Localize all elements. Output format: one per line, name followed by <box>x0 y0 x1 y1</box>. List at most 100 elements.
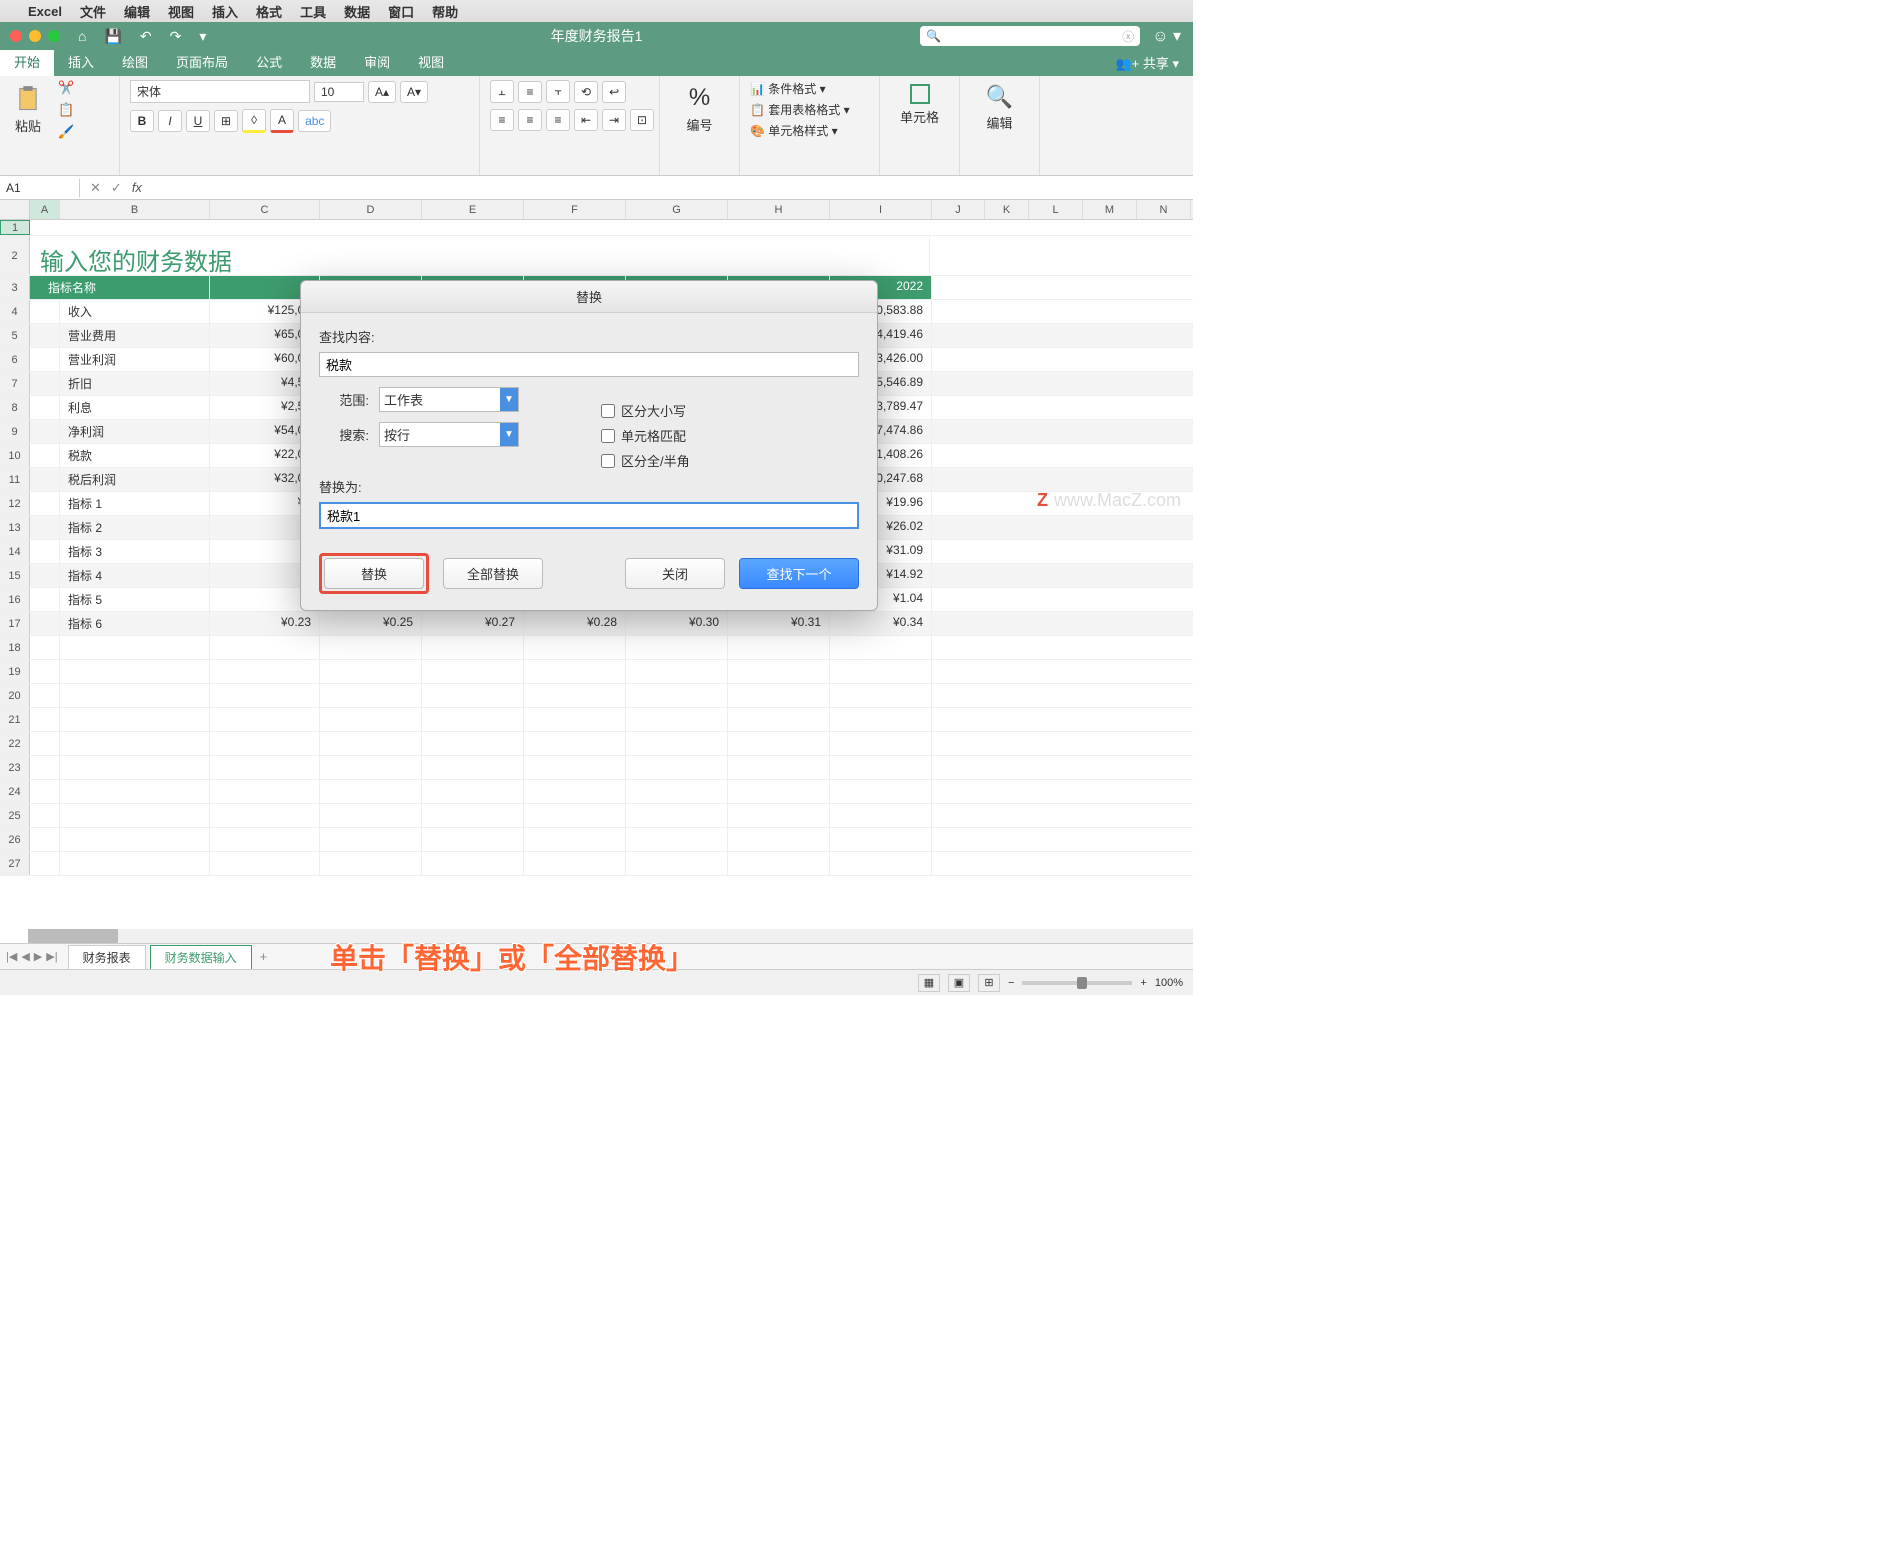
cell[interactable] <box>60 708 210 731</box>
cell[interactable] <box>422 852 524 875</box>
cell[interactable] <box>524 660 626 683</box>
column-header-I[interactable]: I <box>830 200 932 219</box>
column-header-N[interactable]: N <box>1137 200 1191 219</box>
column-header-D[interactable]: D <box>320 200 422 219</box>
tab-insert[interactable]: 插入 <box>54 47 108 76</box>
number-format-button[interactable]: % 编号 <box>670 80 729 138</box>
row-header[interactable]: 23 <box>0 756 30 779</box>
page-break-view-icon[interactable]: ⊞ <box>978 974 1000 992</box>
cell[interactable] <box>210 708 320 731</box>
account-icon[interactable]: ☺ ▾ <box>1152 26 1181 46</box>
cell[interactable] <box>60 804 210 827</box>
cell[interactable] <box>30 444 60 467</box>
table-format-button[interactable]: 📋 套用表格格式 ▾ <box>750 101 869 118</box>
clear-search-icon[interactable]: ⓧ <box>1122 28 1134 45</box>
cell[interactable] <box>422 708 524 731</box>
match-case-checkbox[interactable] <box>601 404 615 418</box>
column-header-J[interactable]: J <box>932 200 985 219</box>
column-header-H[interactable]: H <box>728 200 830 219</box>
font-name-select[interactable]: 宋体 <box>130 80 310 103</box>
cell[interactable] <box>830 708 932 731</box>
menu-help[interactable]: 帮助 <box>432 2 458 21</box>
cell[interactable] <box>320 732 422 755</box>
cell[interactable] <box>422 780 524 803</box>
share-button[interactable]: 👥+ 共享 ▾ <box>1101 49 1193 76</box>
cell[interactable] <box>830 756 932 779</box>
undo-icon[interactable]: ↶ <box>140 28 152 45</box>
cell[interactable] <box>524 708 626 731</box>
row-header[interactable]: 27 <box>0 852 30 875</box>
cell[interactable] <box>320 708 422 731</box>
cell[interactable] <box>626 828 728 851</box>
bold-button[interactable]: B <box>130 110 154 132</box>
cell[interactable] <box>320 828 422 851</box>
cell[interactable] <box>320 780 422 803</box>
cell[interactable] <box>30 540 60 563</box>
cell[interactable] <box>30 420 60 443</box>
cell[interactable] <box>830 852 932 875</box>
cell[interactable] <box>626 660 728 683</box>
column-header-F[interactable]: F <box>524 200 626 219</box>
cell[interactable] <box>728 828 830 851</box>
sheet-first-icon[interactable]: |◀ <box>6 950 17 963</box>
column-header-K[interactable]: K <box>985 200 1029 219</box>
row-header[interactable]: 22 <box>0 732 30 755</box>
row-header[interactable]: 9 <box>0 420 30 443</box>
cell[interactable] <box>524 684 626 707</box>
cell[interactable] <box>30 468 60 491</box>
cell[interactable]: 指标 1 <box>60 492 210 515</box>
tab-home[interactable]: 开始 <box>0 47 54 76</box>
cell[interactable] <box>626 780 728 803</box>
align-top-button[interactable]: ⫠ <box>490 80 514 103</box>
cell[interactable]: ¥0.34 <box>830 612 932 635</box>
cell[interactable] <box>524 636 626 659</box>
replace-button[interactable]: 替换 <box>324 558 424 589</box>
cell[interactable] <box>422 684 524 707</box>
cell[interactable] <box>30 828 60 851</box>
increase-font-button[interactable]: A▴ <box>368 81 396 103</box>
cell[interactable] <box>728 804 830 827</box>
cell[interactable] <box>524 828 626 851</box>
cell[interactable]: ¥0.31 <box>728 612 830 635</box>
align-right-button[interactable]: ≡ <box>546 109 570 131</box>
cell[interactable] <box>60 756 210 779</box>
edit-button[interactable]: 🔍 编辑 <box>970 80 1029 136</box>
row-header[interactable]: 16 <box>0 588 30 611</box>
home-icon[interactable]: ⌂ <box>78 28 86 45</box>
cell[interactable]: ¥0.25 <box>320 612 422 635</box>
menu-window[interactable]: 窗口 <box>388 2 414 21</box>
cell[interactable] <box>830 828 932 851</box>
replace-all-button[interactable]: 全部替换 <box>443 558 543 589</box>
maximize-icon[interactable] <box>48 30 60 42</box>
row-header[interactable]: 12 <box>0 492 30 515</box>
cell[interactable] <box>626 636 728 659</box>
cell[interactable]: 指标 5 <box>60 588 210 611</box>
row-header[interactable]: 24 <box>0 780 30 803</box>
match-width-checkbox[interactable] <box>601 454 615 468</box>
decrease-indent-button[interactable]: ⇤ <box>574 109 598 131</box>
cell[interactable] <box>30 588 60 611</box>
cell[interactable]: 利息 <box>60 396 210 419</box>
redo-icon[interactable]: ↷ <box>170 28 182 45</box>
fx-icon[interactable]: fx <box>132 180 142 196</box>
cell[interactable] <box>30 300 60 323</box>
row-header[interactable]: 4 <box>0 300 30 323</box>
italic-button[interactable]: I <box>158 110 182 132</box>
column-header-E[interactable]: E <box>422 200 524 219</box>
save-icon[interactable]: 💾 <box>104 28 121 45</box>
column-header-A[interactable]: A <box>30 200 60 219</box>
cell[interactable] <box>524 756 626 779</box>
sheet-last-icon[interactable]: ▶| <box>46 950 57 963</box>
row-header[interactable]: 8 <box>0 396 30 419</box>
cell[interactable] <box>210 660 320 683</box>
column-header-L[interactable]: L <box>1029 200 1083 219</box>
cell[interactable] <box>210 804 320 827</box>
cell[interactable] <box>830 732 932 755</box>
cell[interactable] <box>728 636 830 659</box>
cell[interactable] <box>422 756 524 779</box>
row-header[interactable]: 25 <box>0 804 30 827</box>
wrap-text-button[interactable]: ↩ <box>602 81 626 103</box>
tab-review[interactable]: 审阅 <box>350 47 404 76</box>
cell[interactable] <box>320 684 422 707</box>
cell[interactable]: 指标 3 <box>60 540 210 563</box>
